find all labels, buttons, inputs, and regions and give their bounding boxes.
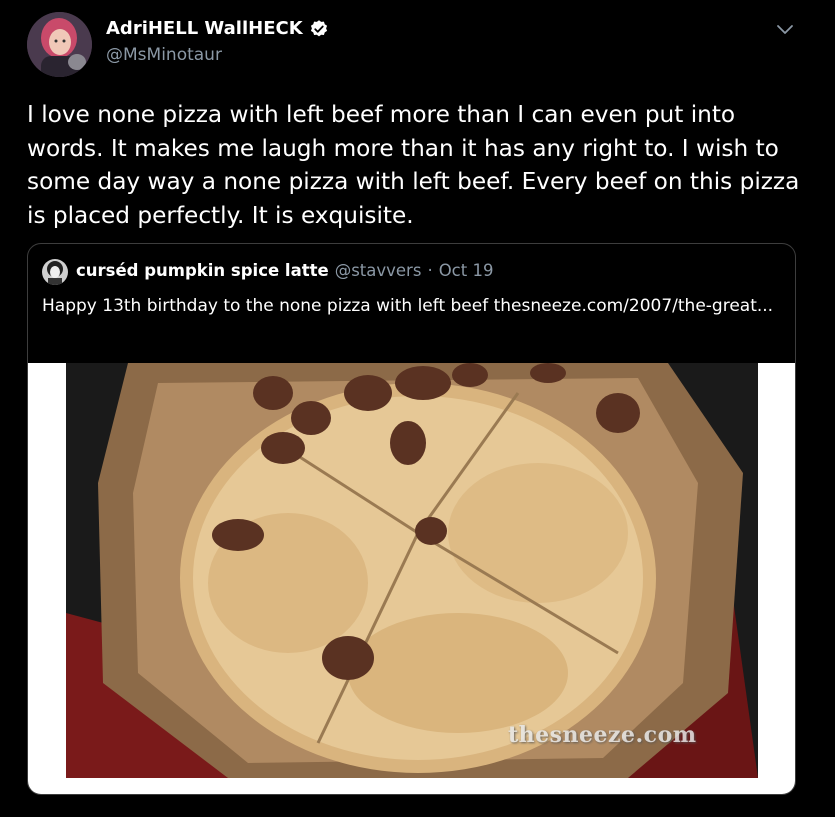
media-watermark: thesneeze.com: [508, 722, 697, 748]
author-name-row[interactable]: AdriHELL WallHECK: [106, 18, 329, 39]
author-handle[interactable]: @MsMinotaur: [106, 45, 222, 65]
quoted-media[interactable]: thesneeze.com: [28, 363, 795, 794]
quoted-avatar-image: [42, 259, 68, 285]
quoted-tweet-text: Happy 13th birthday to the none pizza wi…: [42, 296, 774, 316]
quoted-tweet-header: curséd pumpkin spice latte @stavvers · O…: [76, 261, 493, 280]
quoted-avatar: [42, 259, 68, 285]
quoted-date: Oct 19: [438, 261, 494, 280]
chevron-down-icon[interactable]: [774, 18, 796, 40]
tweet-text: I love none pizza with left beef more th…: [27, 101, 800, 229]
author-display-name[interactable]: AdriHELL WallHECK: [106, 18, 303, 39]
quoted-handle: @stavvers: [334, 261, 422, 280]
avatar-image: [27, 12, 92, 77]
verified-badge-icon: [310, 19, 327, 36]
avatar[interactable]: [27, 12, 92, 77]
quoted-display-name: curséd pumpkin spice latte: [76, 261, 329, 280]
quoted-separator: ·: [427, 261, 433, 280]
quoted-tweet-card[interactable]: curséd pumpkin spice latte @stavvers · O…: [27, 243, 796, 795]
